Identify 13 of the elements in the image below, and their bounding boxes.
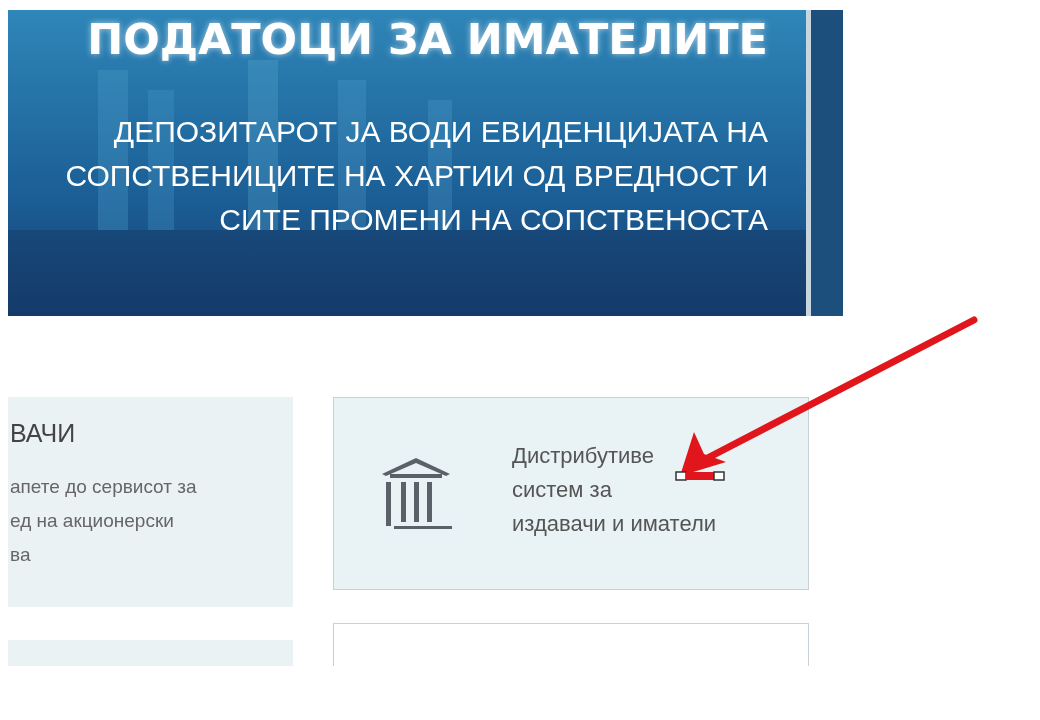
banner-subtitle: СИТЕ ПРОМЕНИ НА СОПСТВЕНОСТА — [219, 202, 768, 238]
banner-title: ПОДАТОЦИ ЗА ИМАТЕЛИТЕ — [87, 14, 768, 64]
service-card[interactable]: Дистрибутиве систем за издавачи и иматели — [333, 397, 809, 590]
banner-subtitle: ДЕПОЗИТАРОТ ЈА ВОДИ ЕВИДЕНЦИЈАТА НА — [113, 114, 768, 150]
card-text: ва — [10, 543, 32, 567]
card-text: ед на акционерски — [10, 509, 175, 533]
card-title: ВАЧИ — [10, 419, 77, 448]
card-text: систем за — [512, 475, 613, 504]
card-text: Дистрибутиве — [512, 441, 655, 470]
card-text: апете до сервисот за — [10, 475, 198, 499]
banner-subtitle: СОПСТВЕНИЦИТЕ НА ХАРТИИ ОД ВРЕДНОСТ И — [65, 158, 768, 194]
service-card[interactable]: ВАЧИ апете до сервисот за ед на акционерски ва — [8, 397, 293, 607]
card-text: издавачи и иматели — [512, 509, 717, 538]
